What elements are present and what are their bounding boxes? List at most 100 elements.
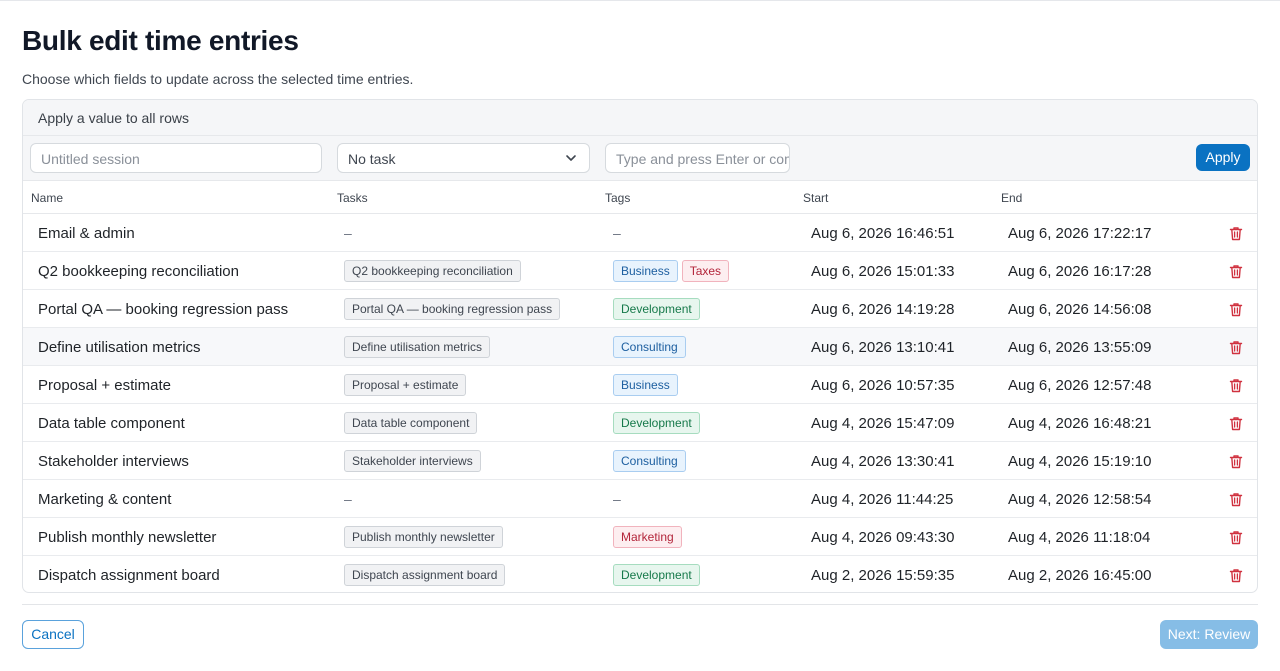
entry-name[interactable]: Publish monthly newsletter	[38, 518, 216, 556]
entry-name[interactable]: Q2 bookkeeping reconciliation	[38, 252, 239, 290]
delete-row-button[interactable]	[1228, 328, 1244, 366]
delete-row-button[interactable]	[1228, 404, 1244, 442]
entry-name[interactable]: Stakeholder interviews	[38, 442, 189, 480]
task-cell: Portal QA — booking regression pass	[344, 290, 561, 328]
start-time[interactable]: Aug 2, 2026 15:59:35	[811, 556, 954, 592]
bulk-task-select[interactable]: No task	[337, 143, 590, 173]
end-time[interactable]: Aug 4, 2026 12:58:54	[1008, 480, 1151, 518]
empty-task[interactable]: –	[344, 225, 352, 241]
trash-icon	[1229, 302, 1243, 317]
bulk-task-select-value: No task	[348, 151, 396, 167]
start-time[interactable]: Aug 4, 2026 13:30:41	[811, 442, 954, 480]
start-time[interactable]: Aug 6, 2026 15:01:33	[811, 252, 954, 290]
trash-icon	[1229, 226, 1243, 241]
delete-row-button[interactable]	[1228, 252, 1244, 290]
footer-divider	[22, 604, 1258, 605]
tags-cell: Consulting	[613, 442, 690, 480]
end-time[interactable]: Aug 6, 2026 13:55:09	[1008, 328, 1151, 366]
start-time[interactable]: Aug 6, 2026 14:19:28	[811, 290, 954, 328]
empty-tags[interactable]: –	[613, 225, 621, 241]
table-row: Publish monthly newsletter Publish monthl…	[23, 518, 1257, 556]
end-time[interactable]: Aug 4, 2026 16:48:21	[1008, 404, 1151, 442]
table-body: Email & admin – – Aug 6, 2026 16:46:51 Aug 6…	[23, 214, 1257, 592]
task-chip[interactable]: Publish monthly newsletter	[344, 526, 503, 548]
start-time[interactable]: Aug 4, 2026 15:47:09	[811, 404, 954, 442]
trash-icon	[1229, 378, 1243, 393]
task-cell: Proposal + estimate	[344, 366, 467, 404]
column-header-tasks: Tasks	[337, 191, 368, 205]
task-cell: –	[344, 480, 352, 518]
table-row: Q2 bookkeeping reconciliation Q2 bookkeep…	[23, 252, 1257, 290]
tag-badge[interactable]: Consulting	[613, 336, 686, 358]
end-time[interactable]: Aug 6, 2026 17:22:17	[1008, 214, 1151, 252]
apply-button[interactable]: Apply	[1196, 144, 1250, 171]
delete-row-button[interactable]	[1228, 366, 1244, 404]
task-chip[interactable]: Stakeholder interviews	[344, 450, 481, 472]
tag-badge[interactable]: Marketing	[613, 526, 682, 548]
trash-icon	[1229, 416, 1243, 431]
task-chip[interactable]: Data table component	[344, 412, 478, 434]
bulk-edit-page: Bulk edit time entries Choose which fiel…	[0, 0, 1280, 671]
tags-cell: Marketing	[613, 518, 686, 556]
tag-badge[interactable]: Consulting	[613, 450, 686, 472]
table-row: Stakeholder interviews Stakeholder interv…	[23, 442, 1257, 480]
tag-badge[interactable]: Development	[613, 564, 700, 586]
trash-icon	[1229, 530, 1243, 545]
entry-name[interactable]: Define utilisation metrics	[38, 328, 201, 366]
tags-cell: Business Taxes	[613, 252, 733, 290]
end-time[interactable]: Aug 6, 2026 16:17:28	[1008, 252, 1151, 290]
end-time[interactable]: Aug 2, 2026 16:45:00	[1008, 556, 1151, 592]
cancel-button[interactable]: Cancel	[22, 620, 84, 649]
table-row: Email & admin – – Aug 6, 2026 16:46:51 Aug 6…	[23, 214, 1257, 252]
delete-row-button[interactable]	[1228, 480, 1244, 518]
task-cell: Define utilisation metrics	[344, 328, 491, 366]
entry-name[interactable]: Email & admin	[38, 214, 135, 252]
start-time[interactable]: Aug 4, 2026 09:43:30	[811, 518, 954, 556]
entry-name[interactable]: Data table component	[38, 404, 185, 442]
tags-cell: Development	[613, 290, 704, 328]
task-chip[interactable]: Define utilisation metrics	[344, 336, 491, 358]
tag-badge[interactable]: Business	[613, 260, 678, 282]
start-time[interactable]: Aug 6, 2026 13:10:41	[811, 328, 954, 366]
start-time[interactable]: Aug 6, 2026 16:46:51	[811, 214, 954, 252]
page-subtitle: Choose which fields to update across the…	[22, 71, 414, 87]
task-chip[interactable]: Dispatch assignment board	[344, 564, 506, 586]
tags-cell: –	[613, 214, 621, 252]
delete-row-button[interactable]	[1228, 214, 1244, 252]
end-time[interactable]: Aug 6, 2026 12:57:48	[1008, 366, 1151, 404]
tag-badge[interactable]: Development	[613, 298, 700, 320]
apply-all-row: Untitled session No task Type and press …	[23, 136, 1257, 181]
tag-badge[interactable]: Taxes	[681, 260, 730, 282]
tag-badge[interactable]: Business	[613, 374, 678, 396]
delete-row-button[interactable]	[1228, 518, 1244, 556]
bulk-tags-input[interactable]: Type and press Enter or comma	[605, 143, 790, 173]
delete-row-button[interactable]	[1228, 556, 1244, 592]
empty-tags[interactable]: –	[613, 491, 621, 507]
delete-row-button[interactable]	[1228, 442, 1244, 480]
table-row: Proposal + estimate Proposal + estimate Bu…	[23, 366, 1257, 404]
end-time[interactable]: Aug 6, 2026 14:56:08	[1008, 290, 1151, 328]
entry-name[interactable]: Dispatch assignment board	[38, 556, 220, 592]
apply-all-heading: Apply a value to all rows	[23, 100, 1257, 136]
trash-icon	[1229, 568, 1243, 583]
tag-badge[interactable]: Development	[613, 412, 700, 434]
start-time[interactable]: Aug 4, 2026 11:44:25	[811, 480, 953, 518]
delete-row-button[interactable]	[1228, 290, 1244, 328]
task-chip[interactable]: Portal QA — booking regression pass	[344, 298, 561, 320]
empty-task[interactable]: –	[344, 491, 352, 507]
end-time[interactable]: Aug 4, 2026 11:18:04	[1008, 518, 1150, 556]
column-header-start: Start	[803, 191, 829, 205]
end-time[interactable]: Aug 4, 2026 15:19:10	[1008, 442, 1151, 480]
entry-name[interactable]: Portal QA — booking regression pass	[38, 290, 288, 328]
table-row: Define utilisation metrics Define utilisa…	[23, 328, 1257, 366]
column-header-name: Name	[31, 191, 64, 205]
start-time[interactable]: Aug 6, 2026 10:57:35	[811, 366, 954, 404]
entry-name[interactable]: Marketing & content	[38, 480, 171, 518]
task-chip[interactable]: Q2 bookkeeping reconciliation	[344, 260, 521, 282]
tags-cell: Business	[613, 366, 682, 404]
bulk-name-input[interactable]: Untitled session	[30, 143, 322, 173]
entry-name[interactable]: Proposal + estimate	[38, 366, 171, 404]
task-chip[interactable]: Proposal + estimate	[344, 374, 467, 396]
next-review-button[interactable]: Next: Review	[1160, 620, 1258, 649]
table-row: Marketing & content – – Aug 4, 2026 11:44:2…	[23, 480, 1257, 518]
